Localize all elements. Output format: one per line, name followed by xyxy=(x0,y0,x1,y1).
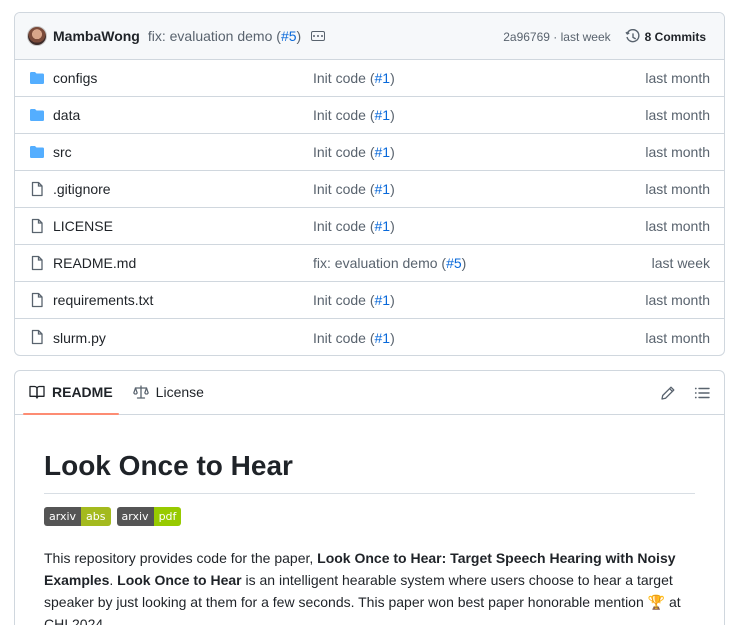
file-commit-message[interactable]: Init code (#1) xyxy=(313,70,395,86)
file-commit-message[interactable]: Init code (#1) xyxy=(313,218,395,234)
file-date: last month xyxy=(645,144,710,160)
file-name[interactable]: slurm.py xyxy=(53,330,106,346)
history-icon xyxy=(625,28,641,45)
file-row: data Init code (#1) last month xyxy=(15,97,724,134)
meta-separator: · xyxy=(549,29,561,44)
arxiv-abs-badge[interactable]: arxiv abs xyxy=(44,507,111,526)
file-name[interactable]: .gitignore xyxy=(53,181,111,197)
avatar[interactable] xyxy=(27,26,47,46)
file-commit-message[interactable]: Init code (#1) xyxy=(313,330,395,346)
latest-commit-header: MambaWong fix: evaluation demo (#5) 2a96… xyxy=(15,13,724,60)
trophy-icon: 🏆 xyxy=(647,594,666,610)
badges: arxiv abs arxiv pdf xyxy=(44,507,695,526)
readme-paragraph: This repository provides code for the pa… xyxy=(44,550,681,625)
file-date: last month xyxy=(645,218,710,234)
folder-icon xyxy=(29,107,45,123)
file-date: last month xyxy=(645,292,710,308)
tab-license[interactable]: License xyxy=(127,371,210,414)
file-commit-message[interactable]: Init code (#1) xyxy=(313,181,395,197)
file-date: last week xyxy=(651,255,710,271)
file-name[interactable]: src xyxy=(53,144,72,160)
commit-time: last week xyxy=(560,29,611,44)
file-row: .gitignore Init code (#1) last month xyxy=(15,171,724,208)
scale-icon xyxy=(132,384,149,400)
file-browser: MambaWong fix: evaluation demo (#5) 2a96… xyxy=(14,12,725,356)
file-commit-message[interactable]: fix: evaluation demo (#5) xyxy=(313,255,466,271)
commit-message[interactable]: fix: evaluation demo (#5) xyxy=(148,28,301,44)
file-icon xyxy=(29,255,45,271)
file-list: configs Init code (#1) last month data I… xyxy=(15,60,724,355)
readme-content: Look Once to Hear arxiv abs arxiv pdf Th… xyxy=(15,448,724,625)
readme-tabs: README License xyxy=(15,371,724,415)
folder-icon xyxy=(29,144,45,160)
tab-readme[interactable]: README xyxy=(23,371,119,415)
file-icon xyxy=(29,292,45,308)
file-row: src Init code (#1) last month xyxy=(15,134,724,171)
file-row: slurm.py Init code (#1) last month xyxy=(15,319,724,355)
file-row: LICENSE Init code (#1) last month xyxy=(15,208,724,245)
file-name[interactable]: configs xyxy=(53,70,97,86)
readme-actions xyxy=(660,371,710,415)
expand-commit-button[interactable] xyxy=(311,31,326,41)
file-commit-message[interactable]: Init code (#1) xyxy=(313,144,395,160)
file-icon xyxy=(29,329,45,345)
file-row: requirements.txt Init code (#1) last mon… xyxy=(15,282,724,319)
file-name[interactable]: README.md xyxy=(53,255,136,271)
file-icon xyxy=(29,218,45,234)
folder-icon xyxy=(29,70,45,86)
file-row: README.md fix: evaluation demo (#5) last… xyxy=(15,245,724,282)
outline-list-icon[interactable] xyxy=(694,385,710,401)
file-date: last month xyxy=(645,181,710,197)
file-name[interactable]: LICENSE xyxy=(53,218,113,234)
file-icon xyxy=(29,181,45,197)
pencil-icon[interactable] xyxy=(660,385,676,401)
file-date: last month xyxy=(645,329,710,346)
readme-panel: README License Look Once to Hear arxiv a… xyxy=(14,370,725,625)
commit-hash[interactable]: 2a96769 xyxy=(503,30,550,44)
file-date: last month xyxy=(645,107,710,123)
file-commit-message[interactable]: Init code (#1) xyxy=(313,292,395,308)
commit-author[interactable]: MambaWong xyxy=(53,28,140,44)
arxiv-pdf-badge[interactable]: arxiv pdf xyxy=(116,507,182,526)
readme-title: Look Once to Hear xyxy=(44,448,695,494)
file-commit-message[interactable]: Init code (#1) xyxy=(313,107,395,123)
file-row: configs Init code (#1) last month xyxy=(15,60,724,97)
file-name[interactable]: requirements.txt xyxy=(53,292,153,308)
book-icon xyxy=(29,384,45,400)
commit-meta: 2a96769 · last week 8 Commits xyxy=(503,13,706,60)
commits-link[interactable]: 8 Commits xyxy=(645,30,706,44)
commit-pr-link[interactable]: #5 xyxy=(281,28,297,44)
file-date: last month xyxy=(645,70,710,86)
file-name[interactable]: data xyxy=(53,107,80,123)
